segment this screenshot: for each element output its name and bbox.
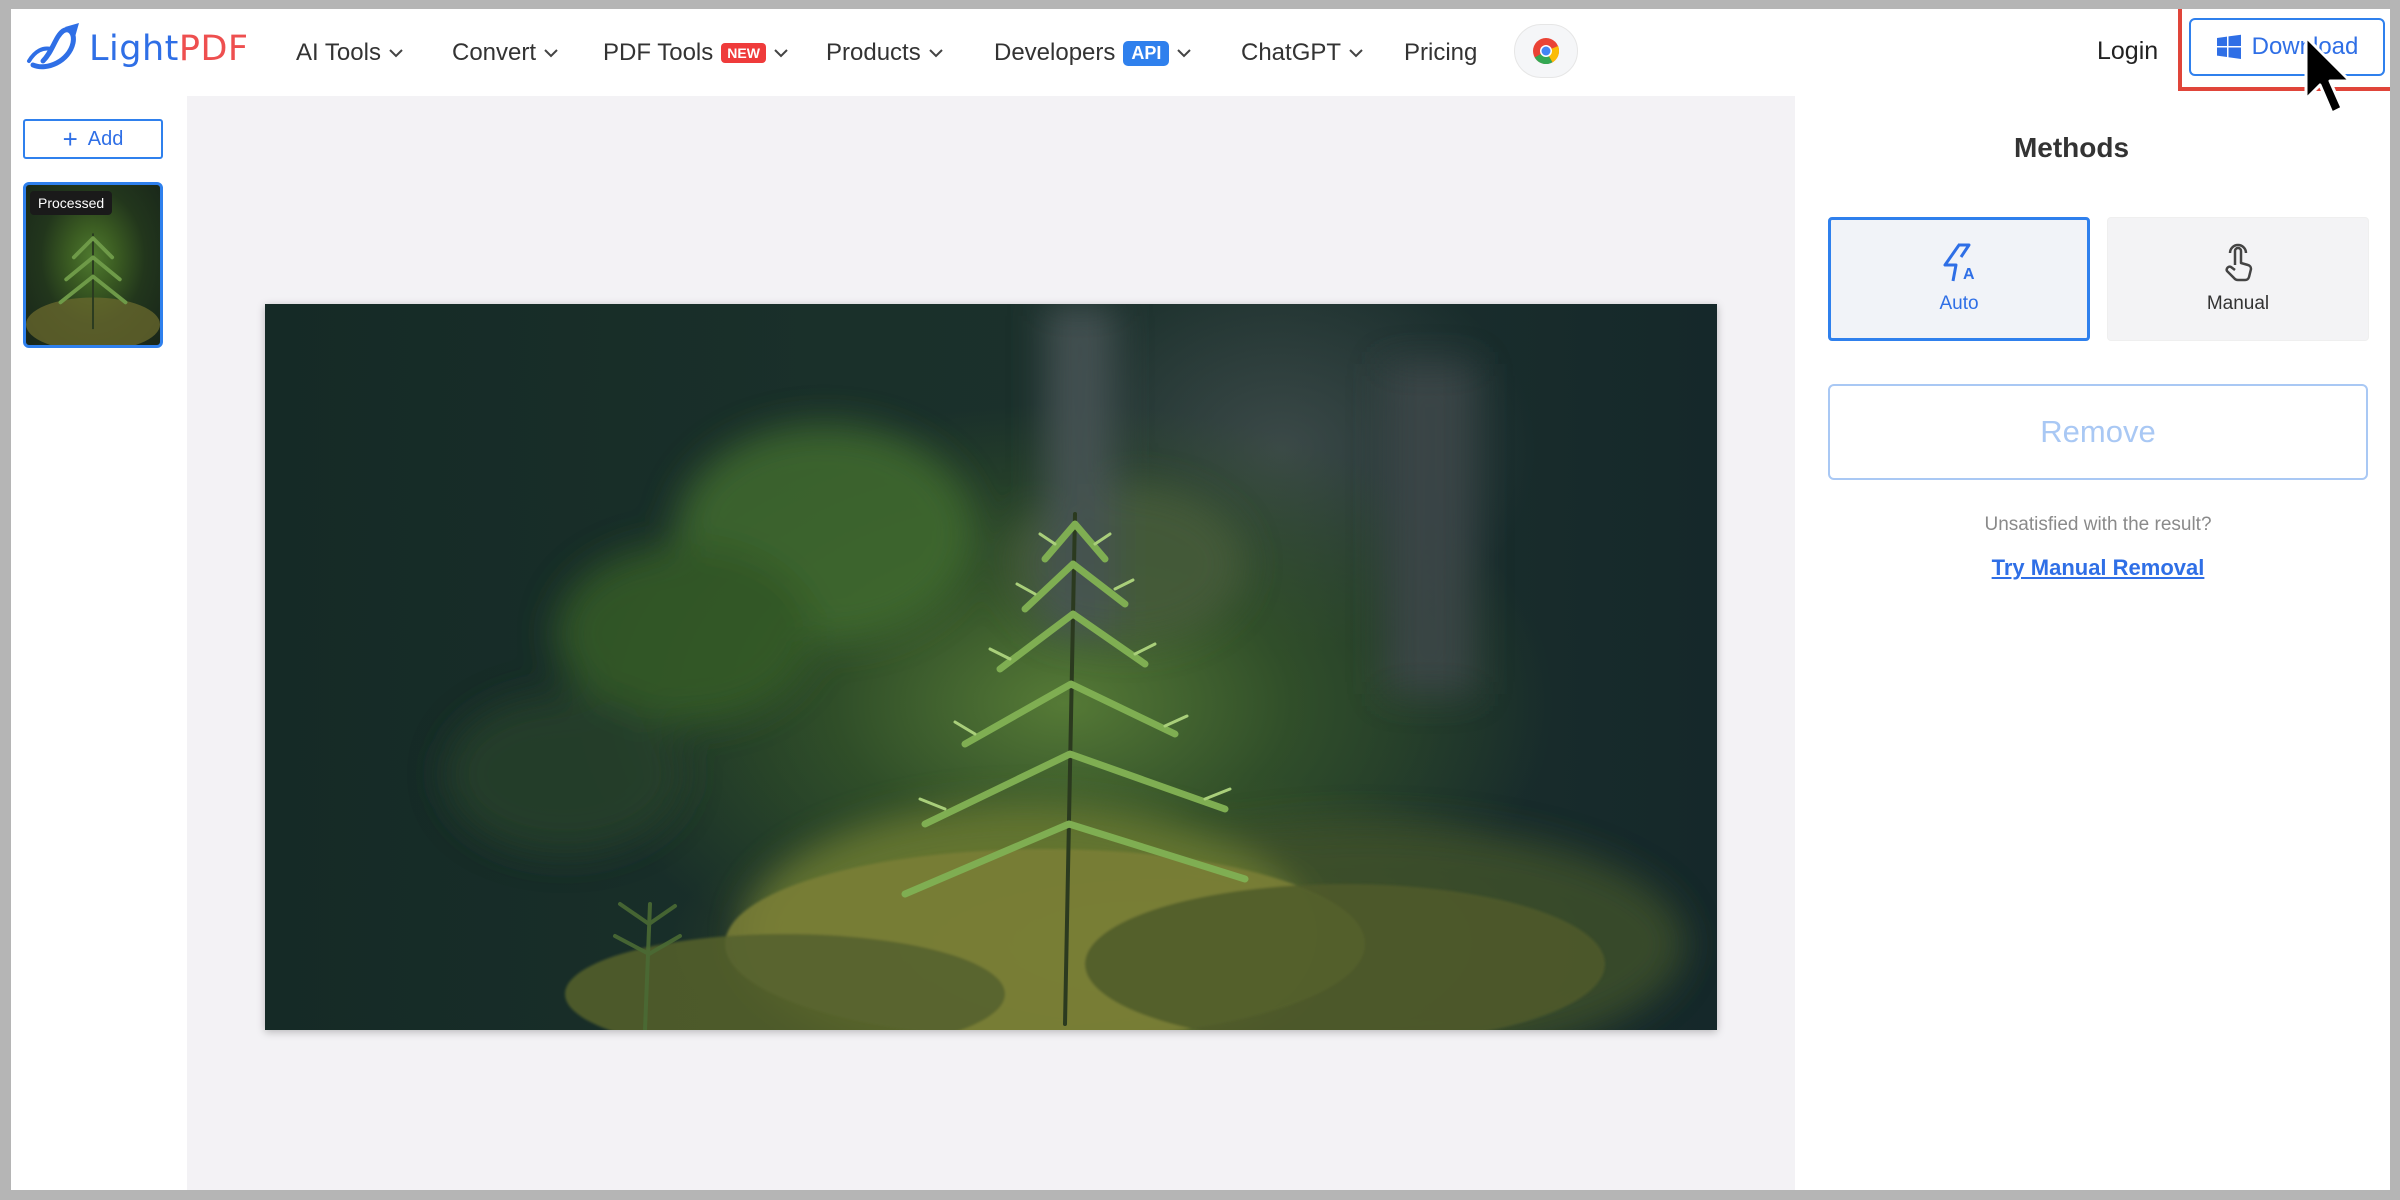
nav-convert[interactable]: Convert <box>452 33 560 73</box>
nav-developers-label: Developers <box>994 39 1116 66</box>
processed-badge: Processed <box>30 191 113 215</box>
svg-text:A: A <box>1963 266 1975 283</box>
preview-canvas <box>187 96 1795 1190</box>
login-link[interactable]: Login <box>2097 37 2158 66</box>
logo-text: LightPDF <box>89 29 249 69</box>
lightpdf-logo-icon <box>27 23 79 70</box>
remove-button[interactable]: Remove <box>1828 384 2368 480</box>
plus-icon: + <box>62 124 78 154</box>
chevron-down-icon <box>1347 44 1365 62</box>
method-manual-label: Manual <box>2206 293 2270 314</box>
top-nav-bar: LightPDF AI Tools Convert PDF Tools NEW … <box>11 9 2390 96</box>
nav-ai-tools-label: AI Tools <box>296 39 381 66</box>
logo-text-pdf: PDF <box>178 29 249 69</box>
chevron-down-icon <box>1175 44 1193 62</box>
try-manual-removal-link[interactable]: Try Manual Removal <box>1828 555 2368 581</box>
chevron-down-icon <box>772 44 790 62</box>
preview-image <box>265 304 1717 1030</box>
auto-flash-icon: A <box>1943 243 1975 283</box>
windows-icon <box>2216 34 2241 59</box>
logo[interactable]: LightPDF <box>25 21 249 77</box>
nav-ai-tools[interactable]: AI Tools <box>296 33 405 73</box>
nav-chatgpt[interactable]: ChatGPT <box>1241 33 1365 73</box>
add-file-button[interactable]: + Add <box>23 119 163 159</box>
image-thumbnail[interactable]: Processed <box>23 182 163 348</box>
hand-pointer-icon <box>2225 243 2253 282</box>
nav-pricing[interactable]: Pricing <box>1404 33 1477 73</box>
nav-chatgpt-label: ChatGPT <box>1241 39 1342 66</box>
chevron-down-icon <box>542 44 560 62</box>
mouse-cursor-icon <box>2304 35 2352 115</box>
chrome-icon <box>1533 38 1560 65</box>
nav-convert-label: Convert <box>452 39 537 66</box>
nav-pdf-tools-label: PDF Tools <box>603 39 714 66</box>
app-window: LightPDF AI Tools Convert PDF Tools NEW … <box>11 9 2390 1190</box>
methods-panel: Methods A Auto Manual Remove Unsatisfied… <box>1795 96 2390 1190</box>
chevron-down-icon <box>387 44 405 62</box>
method-auto-label: Auto <box>1939 293 1979 314</box>
methods-title: Methods <box>2013 132 2130 163</box>
chevron-down-icon <box>927 44 945 62</box>
nav-products[interactable]: Products <box>826 33 945 73</box>
nav-developers[interactable]: Developers API <box>994 33 1193 73</box>
nav-products-label: Products <box>826 39 921 66</box>
new-badge: NEW <box>721 43 766 63</box>
chrome-extension-button[interactable] <box>1514 24 1578 78</box>
method-auto-card[interactable]: A Auto <box>1828 217 2090 341</box>
method-manual-card[interactable]: Manual <box>2107 217 2369 341</box>
nav-pdf-tools[interactable]: PDF Tools NEW <box>603 33 790 73</box>
forest-sapling-image <box>445 304 1685 1030</box>
add-file-label: Add <box>87 127 124 150</box>
nav-pricing-label: Pricing <box>1404 39 1478 66</box>
api-badge: API <box>1123 40 1170 66</box>
unsatisfied-text: Unsatisfied with the result? <box>1984 514 2212 535</box>
logo-text-light: Light <box>89 29 179 69</box>
